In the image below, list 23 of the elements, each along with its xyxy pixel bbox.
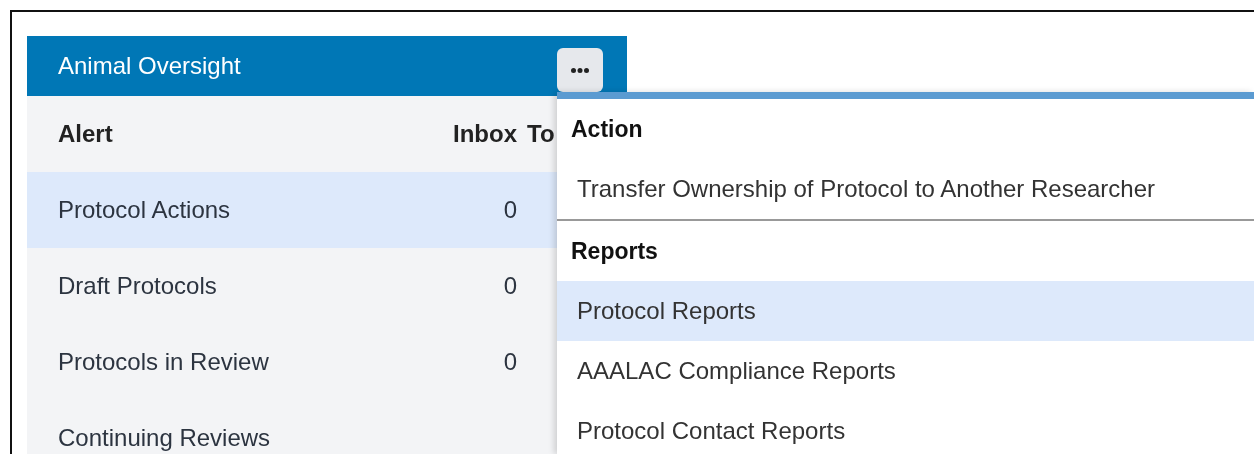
column-header[interactable]: Inbox [437,120,517,148]
menu-item[interactable]: Protocol Contact Reports [557,401,1254,454]
menu-heading: Reports [570,236,659,266]
table-row[interactable]: Protocols in Review 0 [27,324,557,400]
column-header[interactable]: Alert [58,120,437,148]
table-row[interactable]: Protocol Actions 0 [27,172,557,248]
inbox-count: 0 [502,348,517,376]
panel-title: Animal Oversight [58,52,241,80]
more-button[interactable] [557,48,603,92]
alert-name: Protocols in Review [58,348,270,376]
menu-item[interactable]: Transfer Ownership of Protocol to Another Researcher [557,159,1254,219]
menu-heading: Action [570,114,644,144]
menu-item[interactable]: Protocol Reports [557,281,1254,341]
table-row[interactable]: Continuing Reviews [27,400,557,454]
inbox-count: 0 [502,272,517,300]
alert-name: Continuing Reviews [58,424,272,452]
column-header[interactable]: To [517,120,557,148]
alert-name: Draft Protocols [58,272,218,300]
ellipsis-icon [571,67,589,73]
menu-item[interactable]: AAALAC Compliance Reports [557,341,1254,401]
table-row[interactable]: Draft Protocols 0 [27,248,557,324]
inbox-count: 0 [502,196,517,224]
alert-name: Protocol Actions [58,196,232,224]
